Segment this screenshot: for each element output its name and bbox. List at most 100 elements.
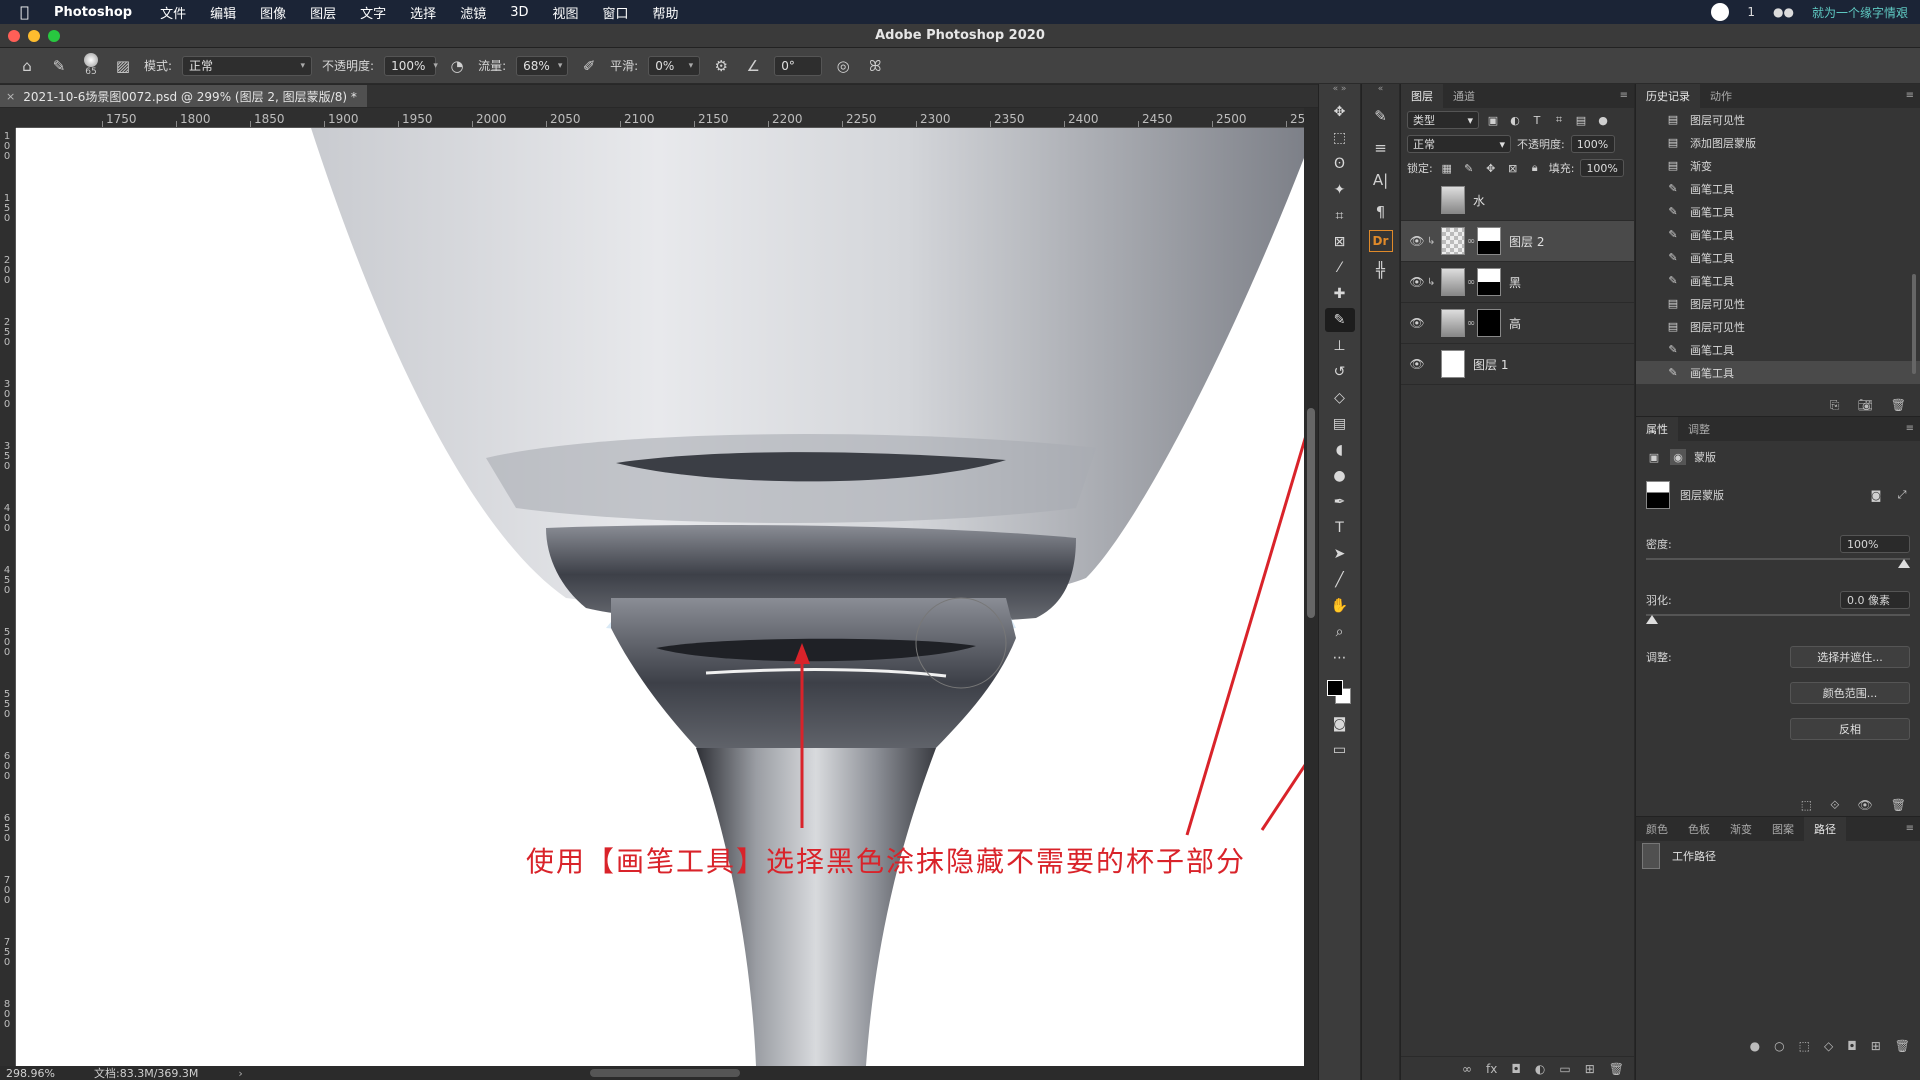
menu-select[interactable]: 选择 bbox=[410, 3, 436, 22]
link-layers-icon[interactable]: ∞ bbox=[1462, 1062, 1472, 1076]
density-slider[interactable] bbox=[1646, 555, 1910, 569]
fill-field[interactable]: 100% bbox=[1580, 159, 1625, 177]
dodge-tool-icon[interactable]: ● bbox=[1325, 464, 1355, 488]
more-tools-icon[interactable]: ⋯ bbox=[1325, 646, 1355, 670]
make-work-path-icon[interactable]: ◇ bbox=[1824, 1039, 1833, 1053]
path-selection-tool-icon[interactable]: ➤ bbox=[1325, 542, 1355, 566]
zoom-tool-icon[interactable]: ⌕ bbox=[1325, 620, 1355, 644]
history-state[interactable]: ▤ 添加图层蒙版 bbox=[1636, 131, 1920, 154]
wechat-icon[interactable]: ●● bbox=[1773, 5, 1794, 19]
screen-mode-icon[interactable]: ▭ bbox=[1325, 738, 1355, 762]
eyedropper-tool-icon[interactable]: ⁄ bbox=[1325, 256, 1355, 280]
select-pixel-mask-icon[interactable]: ◙ bbox=[1868, 487, 1884, 503]
invert-button[interactable]: 反相 bbox=[1790, 718, 1910, 740]
vector-mask-icon[interactable]: ◉ bbox=[1670, 449, 1686, 465]
tab-swatches[interactable]: 色板 bbox=[1678, 817, 1720, 841]
pixel-mask-icon[interactable]: ▣ bbox=[1646, 449, 1662, 465]
notification-count[interactable]: 1 bbox=[1747, 5, 1755, 19]
visibility-eye-icon[interactable]: 👁︎ bbox=[1407, 193, 1427, 207]
mode-select[interactable]: 正常 ▾ bbox=[182, 55, 313, 76]
tab-patterns[interactable]: 图案 bbox=[1762, 817, 1804, 841]
mask-link-icon[interactable]: ∞ bbox=[1465, 236, 1477, 247]
history-state[interactable]: ✎ 画笔工具 bbox=[1636, 246, 1920, 269]
tab-actions[interactable]: 动作 bbox=[1700, 84, 1742, 108]
density-field[interactable]: 100% bbox=[1840, 535, 1910, 553]
history-state[interactable]: ✎ 画笔工具 bbox=[1636, 361, 1920, 384]
pen-tool-icon[interactable]: ✒ bbox=[1325, 490, 1355, 514]
record-icon[interactable] bbox=[1711, 3, 1730, 21]
fill-path-icon[interactable]: ● bbox=[1750, 1039, 1760, 1053]
apply-mask-icon[interactable]: ⟐ bbox=[1830, 798, 1839, 813]
adjustment-layer-icon[interactable]: ◐ bbox=[1535, 1062, 1545, 1076]
new-group-icon[interactable]: ▭ bbox=[1559, 1062, 1570, 1076]
menu-filter[interactable]: 滤镜 bbox=[460, 3, 486, 22]
canvas-horizontal-scrollbar[interactable] bbox=[590, 1069, 740, 1077]
stroke-path-icon[interactable]: ○ bbox=[1774, 1039, 1784, 1053]
quick-mask-icon[interactable]: ◙ bbox=[1325, 712, 1355, 736]
menu-edit[interactable]: 编辑 bbox=[210, 3, 236, 22]
crop-tool-icon[interactable]: ⌗ bbox=[1325, 204, 1355, 228]
frame-tool-icon[interactable]: ⊠ bbox=[1325, 230, 1355, 254]
canvas-vertical-scrollbar[interactable] bbox=[1304, 108, 1318, 1066]
delete-mask-icon[interactable]: 🗑︎ bbox=[1891, 798, 1906, 812]
lock-all-icon[interactable]: 🔒︎ bbox=[1527, 160, 1543, 176]
smoothing-field[interactable]: 0% ▾ bbox=[648, 55, 701, 76]
filter-adjustment-icon[interactable]: ◐ bbox=[1507, 112, 1523, 128]
delete-layer-icon[interactable]: 🗑︎ bbox=[1609, 1062, 1624, 1076]
visibility-eye-icon[interactable]: 👁︎ bbox=[1407, 316, 1427, 330]
delete-path-icon[interactable]: 🗑︎ bbox=[1895, 1039, 1910, 1053]
panel-menu-icon[interactable]: ≡ bbox=[1906, 90, 1914, 101]
status-menu-arrow[interactable]: › bbox=[238, 1067, 242, 1080]
foreground-color-swatch[interactable] bbox=[1326, 680, 1343, 696]
layer-row-layer1[interactable]: 👁︎ 图层 1 bbox=[1401, 344, 1634, 385]
load-selection-icon[interactable]: ⬚ bbox=[1801, 798, 1812, 812]
tab-channels[interactable]: 通道 bbox=[1443, 84, 1485, 108]
history-state[interactable]: ▤ 图层可见性 bbox=[1636, 292, 1920, 315]
gradient-tool-icon[interactable]: ▤ bbox=[1325, 412, 1355, 436]
zoom-level[interactable]: 298.96% bbox=[0, 1067, 80, 1080]
menu-view[interactable]: 视图 bbox=[552, 3, 578, 22]
layer-row-black[interactable]: 👁︎ ↳ ∞ 黑 bbox=[1401, 262, 1634, 303]
character-panel-icon[interactable]: A| bbox=[1367, 166, 1395, 194]
minimize-window-button[interactable] bbox=[28, 30, 40, 42]
history-state[interactable]: ✎ 画笔工具 bbox=[1636, 269, 1920, 292]
brush-settings-panel-icon[interactable]: ✎ bbox=[1367, 102, 1395, 130]
filter-pixel-icon[interactable]: ▣ bbox=[1485, 112, 1501, 128]
delete-state-icon[interactable]: 🗑︎ bbox=[1891, 398, 1906, 412]
layer-mask-thumbnail[interactable] bbox=[1477, 268, 1501, 296]
history-state[interactable]: ▤ 图层可见性 bbox=[1636, 108, 1920, 131]
menu-type[interactable]: 文字 bbox=[360, 3, 386, 22]
layer-row-water[interactable]: 👁︎ 水 bbox=[1401, 180, 1634, 221]
pressure-size-icon[interactable]: ◎ bbox=[832, 55, 854, 77]
load-path-selection-icon[interactable]: ⬚ bbox=[1799, 1039, 1810, 1053]
panel-menu-icon[interactable]: ≡ bbox=[1620, 90, 1628, 101]
collapse-strip-icon[interactable]: « bbox=[1362, 84, 1399, 98]
stamp-tool-icon[interactable]: ⊥ bbox=[1325, 334, 1355, 358]
history-state[interactable]: ✎ 画笔工具 bbox=[1636, 200, 1920, 223]
menu-3d[interactable]: 3D bbox=[510, 5, 528, 20]
apple-icon[interactable]:  bbox=[20, 4, 36, 20]
new-path-icon[interactable]: ⊞ bbox=[1871, 1039, 1881, 1053]
scrollbar-thumb[interactable] bbox=[1307, 408, 1315, 618]
feather-slider-knob[interactable] bbox=[1646, 615, 1658, 624]
lasso-tool-icon[interactable]: ʘ bbox=[1325, 152, 1355, 176]
dr-plugin-icon[interactable]: Dr bbox=[1368, 230, 1393, 252]
eraser-tool-icon[interactable]: ◇ bbox=[1325, 386, 1355, 410]
maximize-window-button[interactable] bbox=[48, 30, 60, 42]
healing-brush-tool-icon[interactable]: ✚ bbox=[1325, 282, 1355, 306]
add-mask-icon[interactable]: ◘ bbox=[1847, 1039, 1857, 1053]
mask-link-icon[interactable]: ∞ bbox=[1465, 318, 1477, 329]
flow-field[interactable]: 68% ▾ bbox=[516, 55, 569, 76]
layer-mask-thumbnail[interactable] bbox=[1477, 309, 1501, 337]
history-brush-tool-icon[interactable]: ↺ bbox=[1325, 360, 1355, 384]
brushes-panel-icon[interactable]: ≡ bbox=[1367, 134, 1395, 162]
close-window-button[interactable] bbox=[8, 30, 20, 42]
gear-icon[interactable]: ⚙ bbox=[710, 55, 732, 77]
density-slider-knob[interactable] bbox=[1898, 559, 1910, 568]
paragraph-panel-icon[interactable]: ¶ bbox=[1367, 198, 1395, 226]
app-menu[interactable]: Photoshop bbox=[54, 5, 132, 20]
tab-gradients[interactable]: 渐变 bbox=[1720, 817, 1762, 841]
filter-smart-object-icon[interactable]: ▤ bbox=[1573, 112, 1589, 128]
plugin-panel-icon[interactable]: ╬ bbox=[1367, 256, 1395, 284]
select-and-mask-button[interactable]: 选择并遮住... bbox=[1790, 646, 1910, 668]
